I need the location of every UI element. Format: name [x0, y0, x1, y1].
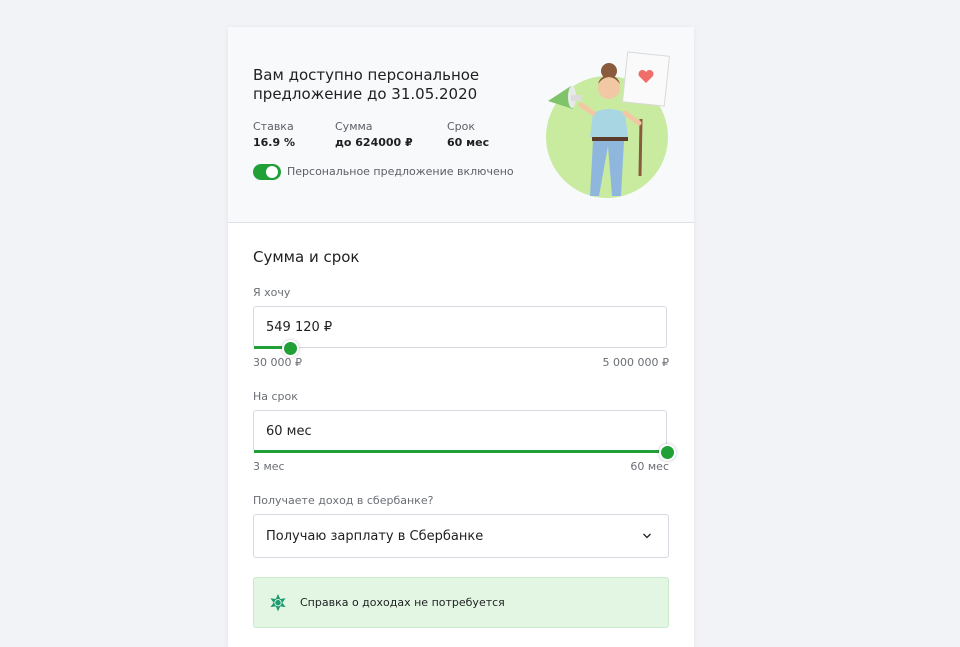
promo-illustration [546, 51, 671, 198]
stat-term-label: Срок [447, 120, 476, 133]
personal-offer-panel: Вам доступно персональное предложение до… [228, 27, 694, 223]
chevron-down-icon [643, 533, 651, 539]
stat-rate-value: 16.9 % [253, 136, 295, 149]
amount-label: Я хочу [253, 286, 291, 299]
income-label: Получаете доход в сбербанке? [253, 494, 434, 507]
amount-value: 549 120 ₽ [266, 320, 333, 335]
stat-amount: Сумма до 624000 ₽ [335, 120, 413, 151]
loan-card: Вам доступно персональное предложение до… [228, 27, 694, 647]
notice-text: Справка о доходах не потребуется [300, 596, 505, 609]
amount-min-label: 30 000 ₽ [253, 356, 302, 369]
term-input[interactable]: 60 мес [253, 410, 668, 453]
term-max-label: 60 мес [630, 460, 669, 473]
stat-term: Срок 60 мес [447, 120, 489, 151]
term-min-label: 3 мес [253, 460, 285, 473]
income-select[interactable]: Получаю зарплату в Сбербанке [253, 514, 669, 558]
badge-star-icon [270, 594, 286, 612]
stat-rate-label: Ставка [253, 120, 294, 133]
amount-slider-thumb[interactable] [282, 340, 299, 357]
term-value: 60 мес [266, 424, 312, 439]
amount-max-label: 5 000 000 ₽ [602, 356, 669, 369]
toggle-label: Персональное предложение включено [287, 165, 514, 178]
term-slider-fill [254, 450, 668, 453]
term-slider-thumb[interactable] [659, 444, 676, 461]
stat-amount-label: Сумма [335, 120, 373, 133]
amount-input[interactable]: 549 120 ₽ [253, 306, 667, 349]
term-label: На срок [253, 390, 298, 403]
income-selected-value: Получаю зарплату в Сбербанке [266, 529, 484, 544]
stat-amount-value: до 624000 ₽ [335, 136, 413, 149]
section-title: Сумма и срок [253, 248, 360, 266]
stat-rate: Ставка 16.9 % [253, 120, 295, 151]
personal-offer-toggle[interactable] [253, 164, 281, 180]
offer-title: Вам доступно персональное предложение до… [253, 66, 480, 103]
toggle-knob [266, 166, 278, 178]
stat-term-value: 60 мес [447, 136, 490, 149]
income-notice: Справка о доходах не потребуется [253, 577, 669, 628]
